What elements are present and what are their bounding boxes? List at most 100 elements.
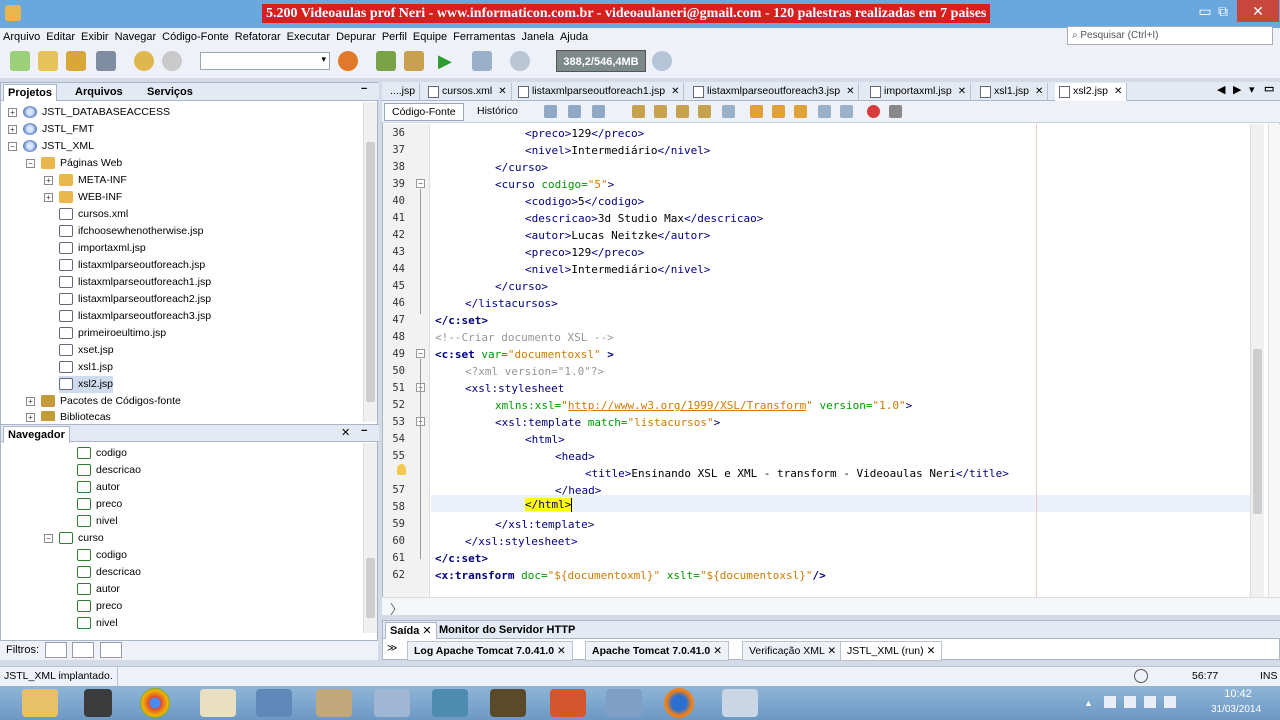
editor-tab[interactable]: listaxmlparseoutforeach3.jsp ✕ bbox=[689, 83, 860, 101]
tree-item-file[interactable]: cursos.xml bbox=[59, 206, 128, 223]
menu-perfil[interactable]: Perfil bbox=[379, 28, 410, 46]
nav-item[interactable]: nivel bbox=[77, 615, 118, 632]
forward-icon[interactable] bbox=[592, 105, 605, 118]
fold-icon[interactable]: − bbox=[416, 349, 425, 358]
code-line-40[interactable]: <codigo>5</codigo> bbox=[525, 193, 644, 210]
code-line-38[interactable]: </curso> bbox=[495, 159, 548, 176]
database-icon[interactable] bbox=[606, 689, 642, 717]
close-tab-icon[interactable]: ✕ bbox=[498, 86, 506, 97]
expand-icon[interactable]: + bbox=[8, 108, 17, 117]
shift-left-icon[interactable] bbox=[750, 105, 763, 118]
scroll-tabs-right-icon[interactable]: ▶ bbox=[1233, 83, 1241, 96]
editor-scrollbar[interactable] bbox=[1250, 124, 1264, 597]
expand-icon[interactable]: + bbox=[8, 125, 17, 134]
memory-indicator[interactable]: 388,2/546,4MB bbox=[556, 50, 646, 72]
menu-ajuda[interactable]: Ajuda bbox=[557, 28, 591, 46]
tree-item-file[interactable]: xset.jsp bbox=[59, 342, 114, 359]
code-line-55[interactable]: <head> bbox=[555, 448, 595, 465]
close-navigator-icon[interactable]: ✕ bbox=[341, 426, 350, 439]
close-tab-icon[interactable]: ✕ bbox=[1114, 86, 1122, 97]
tree-item-web-inf[interactable]: WEB-INF bbox=[59, 189, 122, 206]
tabs-list-icon[interactable]: ▾ bbox=[1249, 83, 1255, 96]
expand-icon[interactable]: + bbox=[26, 397, 35, 406]
paint-icon[interactable] bbox=[316, 689, 352, 717]
minimize-panel-icon[interactable]: − bbox=[361, 83, 367, 95]
clock-date[interactable]: 31/03/2014 bbox=[1200, 704, 1272, 718]
scroll-tabs-left-icon[interactable]: ◀ bbox=[1217, 83, 1225, 96]
code-line-36[interactable]: <preco>129</preco> bbox=[525, 125, 644, 142]
chevron-right-icon[interactable]: 〉 bbox=[390, 599, 403, 618]
tree-item-file[interactable]: listaxmlparseoutforeach2.jsp bbox=[59, 291, 211, 308]
tray-expand-icon[interactable]: ▲ bbox=[1084, 698, 1093, 708]
tree-item-meta-inf[interactable]: META-INF bbox=[59, 172, 127, 189]
tree-item-jstl-databaseaccess[interactable]: JSTL_DATABASEACCESS bbox=[23, 104, 170, 121]
clock-time[interactable]: 10:42 bbox=[1208, 688, 1268, 700]
find-icon[interactable] bbox=[632, 105, 645, 118]
tray-icon[interactable] bbox=[1104, 696, 1116, 708]
game-icon[interactable] bbox=[490, 689, 526, 717]
close-tab-icon[interactable]: ✕ bbox=[958, 86, 966, 97]
search-input[interactable]: ⌕ Pesquisar (Ctrl+I) bbox=[1067, 26, 1273, 45]
code-line-61[interactable]: </c:set> bbox=[435, 550, 488, 567]
output-subtab[interactable]: Verificação XML ✕ bbox=[742, 641, 844, 661]
code-line-56[interactable]: <title>Ensinando XSL e XML - transform -… bbox=[585, 465, 1009, 482]
editor-tab[interactable]: listaxmlparseoutforeach1.jsp ✕ bbox=[514, 83, 685, 101]
back-icon[interactable] bbox=[568, 105, 581, 118]
menu-equipe[interactable]: Equipe bbox=[410, 28, 450, 46]
undo-icon[interactable] bbox=[134, 51, 154, 71]
code-line-47[interactable]: </c:set> bbox=[435, 312, 488, 329]
maximize-button[interactable]: ⧉ bbox=[1210, 0, 1236, 22]
debug-icon[interactable] bbox=[472, 51, 492, 71]
comment-icon[interactable] bbox=[818, 105, 831, 118]
scrollbar-thumb[interactable] bbox=[1253, 349, 1262, 514]
profile-icon[interactable] bbox=[510, 51, 530, 71]
code-line-54[interactable]: <html> bbox=[525, 431, 565, 448]
expand-icon[interactable]: + bbox=[44, 176, 53, 185]
tree-item-file[interactable]: xsl1.jsp bbox=[59, 359, 113, 376]
output-subtab[interactable]: Log Apache Tomcat 7.0.41.0 ✕ bbox=[407, 641, 573, 661]
menu-codigo-fonte[interactable]: Código-Fonte bbox=[159, 28, 232, 46]
menu-janela[interactable]: Janela bbox=[519, 28, 557, 46]
build-icon[interactable] bbox=[404, 51, 424, 71]
projects-scrollbar[interactable] bbox=[363, 102, 377, 422]
tab-projetos[interactable]: Projetos bbox=[3, 84, 58, 101]
toggle-highlight-icon[interactable] bbox=[698, 105, 711, 118]
tree-item-file[interactable]: listaxmlparseoutforeach.jsp bbox=[59, 257, 205, 274]
output-toggle-icon[interactable]: ≫ bbox=[387, 643, 397, 654]
menu-editar[interactable]: Editar bbox=[43, 28, 78, 46]
code-line-62[interactable]: <x:transform doc="${documentoxml}" xslt=… bbox=[435, 567, 826, 584]
editor-tab[interactable]: xsl1.jsp ✕ bbox=[976, 83, 1049, 101]
tree-item-bibliotecas[interactable]: Bibliotecas bbox=[41, 409, 111, 421]
scrollbar-thumb[interactable] bbox=[366, 558, 375, 618]
code-line-44[interactable]: <nivel>Intermediário</nivel> bbox=[525, 261, 710, 278]
close-tab-icon[interactable]: ✕ bbox=[422, 625, 431, 637]
nav-item[interactable]: preco bbox=[77, 598, 122, 615]
nav-item[interactable]: codigo bbox=[77, 445, 127, 462]
filter-static-icon[interactable] bbox=[100, 642, 122, 658]
run-icon[interactable]: ▶ bbox=[438, 51, 458, 71]
close-tab-icon[interactable]: ✕ bbox=[846, 86, 854, 97]
menu-refatorar[interactable]: Refatorar bbox=[232, 28, 284, 46]
maximize-editor-icon[interactable]: ▭ bbox=[1264, 82, 1274, 95]
close-tab-icon[interactable]: ✕ bbox=[927, 645, 936, 657]
tree-item-jstl-xml[interactable]: JSTL_XML bbox=[23, 138, 94, 155]
stop-macro-icon[interactable] bbox=[889, 105, 902, 118]
nav-item[interactable]: curso bbox=[59, 530, 104, 547]
close-button[interactable]: ✕ bbox=[1237, 0, 1279, 22]
tab-historico[interactable]: Histórico bbox=[470, 103, 525, 121]
minimize-panel-icon[interactable]: − bbox=[361, 425, 367, 437]
browser-icon[interactable] bbox=[338, 51, 358, 71]
bookmark-icon[interactable] bbox=[722, 105, 735, 118]
uncomment-icon[interactable] bbox=[840, 105, 853, 118]
new-file-icon[interactable] bbox=[10, 51, 30, 71]
output-subtab-active[interactable]: JSTL_XML (run) ✕ bbox=[840, 641, 943, 661]
tree-item-file[interactable]: listaxmlparseoutforeach1.jsp bbox=[59, 274, 211, 291]
code-line-53[interactable]: <xsl:template match="listacursos"> bbox=[495, 414, 720, 431]
tree-item-file[interactable]: listaxmlparseoutforeach3.jsp bbox=[59, 308, 211, 325]
volume-icon[interactable] bbox=[1164, 696, 1176, 708]
find-previous-icon[interactable] bbox=[654, 105, 667, 118]
code-line-45[interactable]: </curso> bbox=[495, 278, 548, 295]
code-line-41[interactable]: <descricao>3d Studio Max</descricao> bbox=[525, 210, 763, 227]
code-line-50[interactable]: <?xml version="1.0"?> bbox=[465, 363, 604, 380]
network-icon[interactable] bbox=[1124, 696, 1136, 708]
